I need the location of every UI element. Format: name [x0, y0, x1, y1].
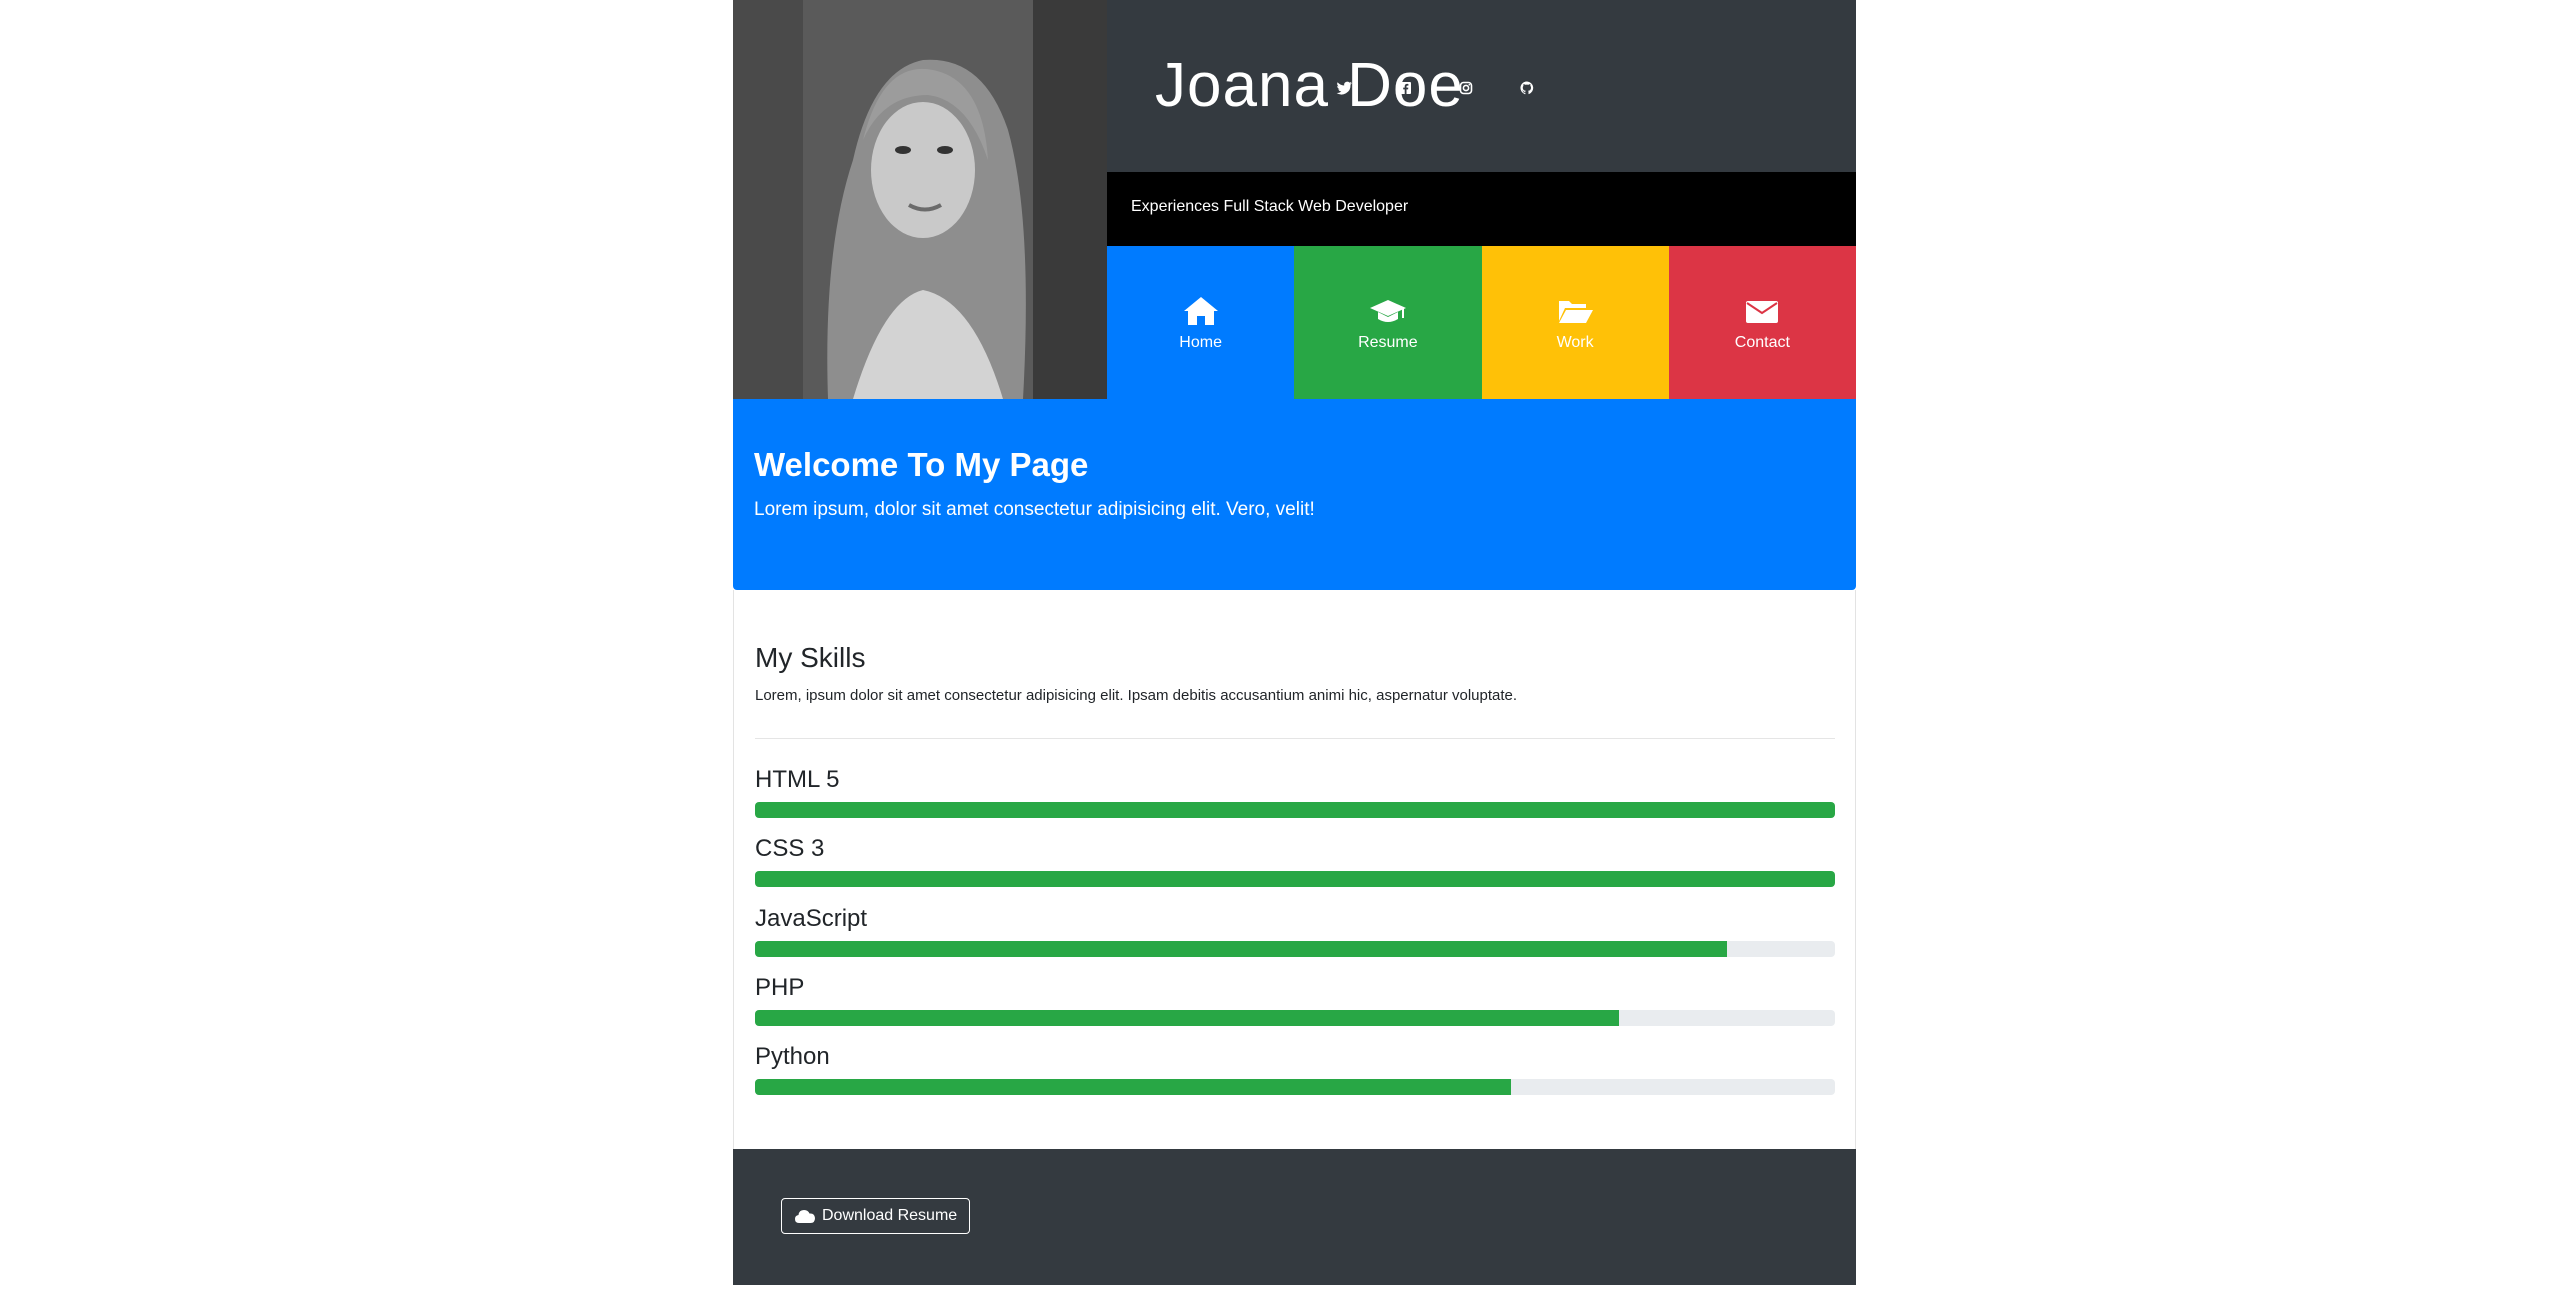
progress-bar	[755, 802, 1835, 818]
welcome-title: Welcome To My Page	[754, 446, 1089, 483]
progress-fill	[755, 1010, 1619, 1026]
progress-bar	[755, 941, 1835, 957]
skill-javascript: JavaScript	[755, 905, 1835, 957]
tagline-bar: Experiences Full Stack Web Developer	[1107, 172, 1856, 246]
profile-photo	[733, 0, 1107, 399]
progress-bar	[755, 871, 1835, 887]
progress-fill	[755, 802, 1835, 818]
skill-python: Python	[755, 1043, 1835, 1095]
facebook-icon	[1399, 82, 1411, 94]
progress-fill	[755, 871, 1835, 887]
progress-fill	[755, 1079, 1511, 1095]
graduation-cap-icon	[1369, 299, 1406, 322]
nav-home[interactable]: Home	[1107, 246, 1295, 399]
nav-home-label: Home	[1179, 333, 1222, 351]
footer: Download Resume	[733, 1149, 1856, 1285]
skill-name: Python	[755, 1043, 830, 1070]
nav-resume[interactable]: Resume	[1294, 246, 1482, 399]
welcome-text: Lorem ipsum, dolor sit amet consectetur …	[754, 499, 1315, 520]
skill-name: PHP	[755, 974, 805, 1001]
skill-css: CSS 3	[755, 835, 1835, 887]
progress-fill	[755, 941, 1727, 957]
progress-bar	[755, 1010, 1835, 1026]
nav-work-label: Work	[1556, 333, 1594, 351]
home-icon	[1183, 296, 1218, 325]
skill-name: JavaScript	[755, 905, 868, 932]
header-bar: Joana Doe	[1107, 0, 1856, 172]
cloud-icon	[795, 1210, 815, 1223]
divider	[755, 738, 1835, 739]
envelope-icon	[1746, 300, 1779, 323]
download-resume-button[interactable]: Download Resume	[781, 1198, 971, 1234]
progress-bar	[755, 1079, 1835, 1095]
nav-contact-label: Contact	[1734, 333, 1790, 351]
tagline: Experiences Full Stack Web Developer	[1131, 198, 1409, 215]
download-resume-label: Download Resume	[822, 1207, 958, 1224]
page: Joana Doe Experiences Full Stack Web Dev…	[0, 0, 2560, 1297]
skills-title: My Skills	[755, 642, 866, 673]
github-icon	[1520, 81, 1534, 95]
skills-section: My Skills Lorem, ipsum dolor sit amet co…	[733, 590, 1856, 1149]
nav-contact[interactable]: Contact	[1668, 246, 1856, 399]
skill-html: HTML 5	[755, 766, 1835, 818]
twitter-icon	[1336, 81, 1352, 95]
instagram-icon	[1459, 81, 1473, 95]
skills-description: Lorem, ipsum dolor sit amet consectetur …	[755, 687, 1518, 704]
resume-card: Joana Doe Experiences Full Stack Web Dev…	[733, 0, 1856, 1285]
twitter-link[interactable]	[1329, 73, 1359, 103]
skill-name: HTML 5	[755, 766, 840, 793]
nav-work[interactable]: Work	[1481, 246, 1669, 399]
github-link[interactable]	[1512, 73, 1542, 103]
main-nav: Home Resume Work Contact	[1107, 246, 1856, 399]
skill-php: PHP	[755, 974, 1835, 1026]
skill-name: CSS 3	[755, 835, 825, 862]
nav-resume-label: Resume	[1358, 333, 1418, 351]
welcome-section: Welcome To My Page Lorem ipsum, dolor si…	[733, 399, 1856, 590]
facebook-link[interactable]	[1390, 73, 1420, 103]
instagram-link[interactable]	[1451, 73, 1481, 103]
folder-open-icon	[1559, 300, 1594, 323]
